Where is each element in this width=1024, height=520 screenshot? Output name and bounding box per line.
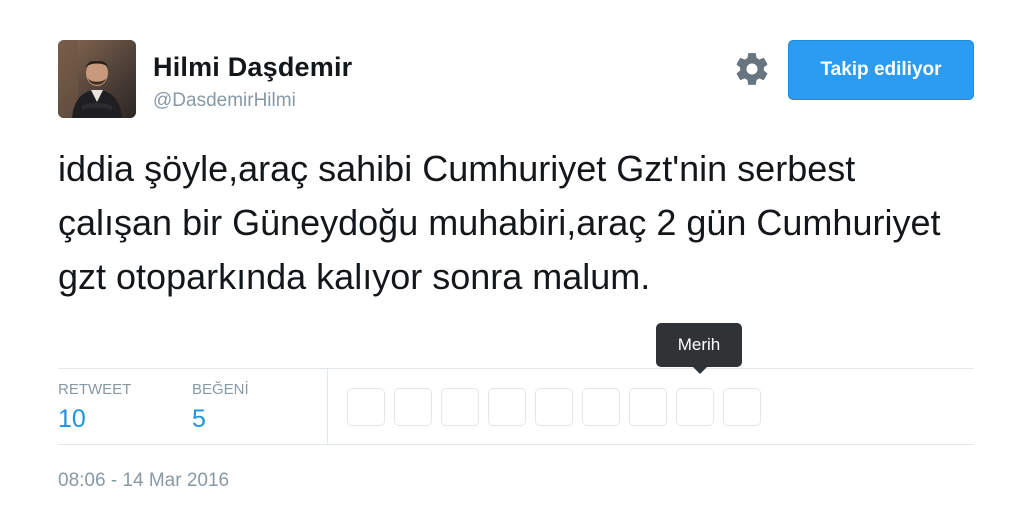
user-tooltip: Merih [656, 323, 742, 367]
tweet-text: iddia şöyle,araç sahibi Cumhuriyet Gzt'n… [58, 148, 941, 297]
liker-avatar[interactable] [347, 388, 385, 426]
avatar[interactable] [58, 40, 136, 118]
retweet-count[interactable]: 10 [58, 405, 86, 434]
user-handle[interactable]: @DasdemirHilmi [153, 90, 296, 112]
tooltip-arrow [692, 366, 708, 374]
gear-icon[interactable] [733, 50, 771, 88]
liker-avatars [347, 388, 761, 426]
following-button[interactable]: Takip ediliyor [788, 40, 974, 100]
liker-avatar[interactable] [488, 388, 526, 426]
liker-avatar[interactable] [629, 388, 667, 426]
liker-avatar[interactable] [535, 388, 573, 426]
like-count[interactable]: 5 [192, 405, 206, 434]
liker-avatar[interactable] [394, 388, 432, 426]
liker-avatar[interactable] [582, 388, 620, 426]
tweet-timestamp[interactable]: 08:06 - 14 Mar 2016 [58, 470, 229, 492]
liker-avatar[interactable] [723, 388, 761, 426]
stats-divider-vertical [327, 368, 328, 444]
stats-divider-top [58, 368, 974, 369]
avatar-photo [58, 40, 136, 118]
like-label[interactable]: BEĞENİ [192, 381, 249, 398]
stats-divider-bottom [58, 444, 974, 445]
liker-avatar-hovered[interactable] [676, 388, 714, 426]
retweet-label[interactable]: RETWEET [58, 381, 131, 398]
display-name[interactable]: Hilmi Daşdemir [153, 52, 352, 83]
liker-avatar[interactable] [441, 388, 479, 426]
